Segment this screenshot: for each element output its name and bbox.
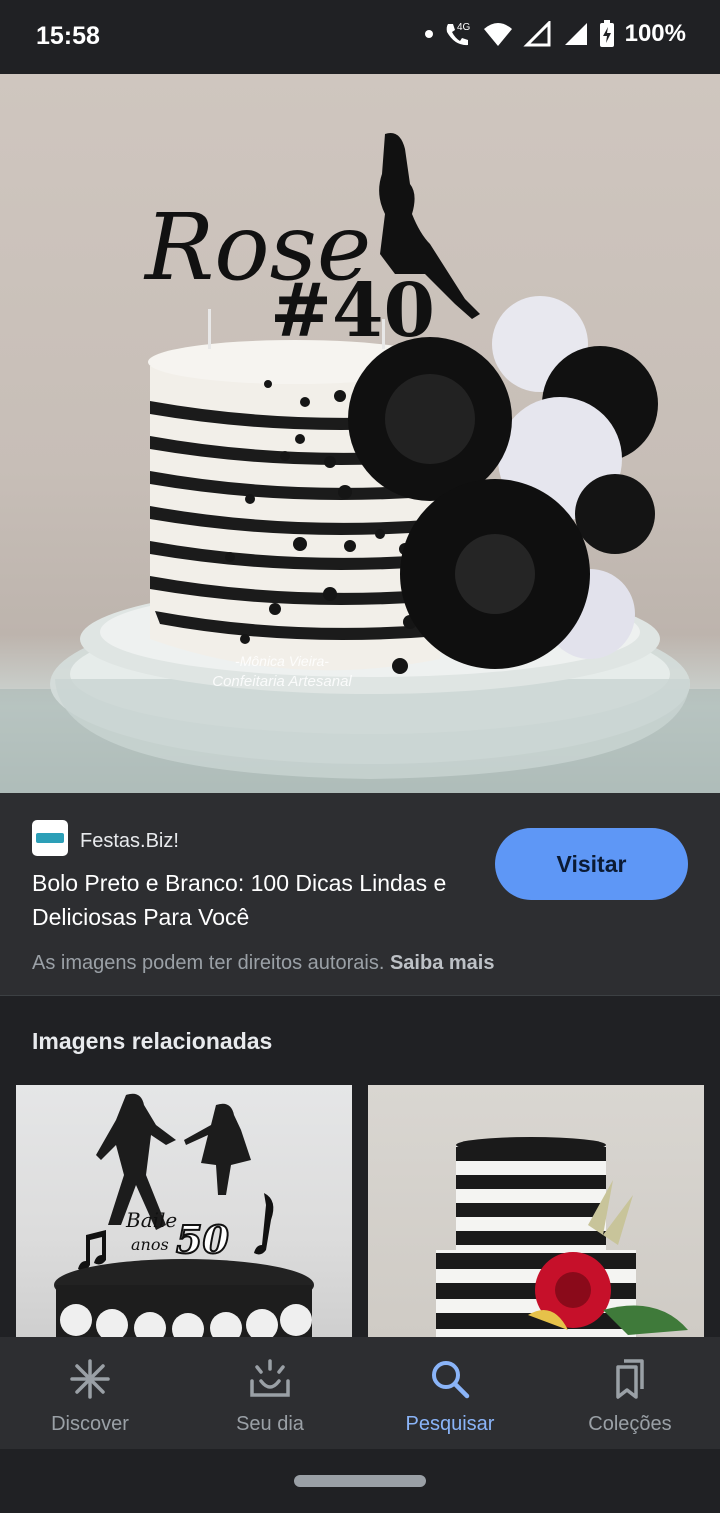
- status-icons: 4G 100%: [424, 20, 686, 48]
- divider: [0, 995, 720, 996]
- dancers-cake-illustration: Baile anos 50: [54, 1093, 314, 1337]
- site-name[interactable]: Festas.Biz!: [80, 830, 179, 853]
- svg-text:50: 50: [176, 1217, 229, 1262]
- copyright-notice: As imagens podem ter direitos autorais. …: [32, 952, 494, 975]
- search-icon: [432, 1361, 470, 1399]
- svg-text:-Mônica Vieira-: -Mônica Vieira-: [235, 653, 329, 669]
- home-gesture-handle[interactable]: [294, 1475, 426, 1487]
- nav-discover-label: Discover: [51, 1413, 129, 1435]
- learn-more-link[interactable]: Saiba mais: [390, 952, 495, 974]
- nav-discover[interactable]: Discover: [0, 1337, 180, 1449]
- site-favicon-icon: [32, 820, 68, 856]
- svg-text:#40: #40: [270, 268, 435, 354]
- striped-cake-illustration: [436, 1137, 688, 1337]
- svg-text:anos: anos: [131, 1235, 169, 1254]
- cake-illustration: Rose #40 -Mônica Vieira- Confeitaria Art…: [0, 133, 720, 793]
- related-image-1[interactable]: Baile anos 50: [16, 1085, 352, 1337]
- collections-icon: [616, 1359, 644, 1399]
- asterisk-icon: [70, 1359, 110, 1399]
- svg-text:4G: 4G: [457, 22, 471, 33]
- bottom-navigation: Discover Seu dia Pesquisar Coleções: [0, 1337, 720, 1449]
- battery-charging-icon: [599, 20, 614, 47]
- visit-button[interactable]: Visitar: [495, 828, 688, 900]
- signal-full-icon: [564, 23, 587, 45]
- copyright-text: As imagens podem ter direitos autorais.: [32, 952, 385, 974]
- svg-text:Confeitaria Artesanal: Confeitaria Artesanal: [212, 673, 352, 690]
- nav-colecoes-label: Coleções: [588, 1413, 672, 1435]
- related-images-heading: Imagens relacionadas: [32, 1028, 273, 1054]
- related-image-2[interactable]: [368, 1085, 704, 1337]
- status-time: 15:58: [36, 22, 100, 50]
- status-bar: 15:58 4G 100%: [0, 0, 720, 74]
- sunrise-icon: [250, 1359, 290, 1397]
- nav-seu-dia-label: Seu dia: [236, 1413, 304, 1435]
- signal-icon: [522, 21, 551, 47]
- wifi-icon: [483, 23, 512, 46]
- notification-dot-icon: [424, 30, 433, 38]
- result-title[interactable]: Bolo Preto e Branco: 100 Dicas Lindas e …: [32, 866, 482, 934]
- battery-percentage: 100%: [624, 20, 686, 47]
- nav-pesquisar-label: Pesquisar: [405, 1413, 495, 1435]
- system-navigation-area: [0, 1449, 720, 1513]
- call-4g-icon: 4G: [446, 22, 471, 46]
- nav-colecoes[interactable]: Coleções: [540, 1337, 720, 1449]
- main-image[interactable]: Rose #40 -Mônica Vieira- Confeitaria Art…: [0, 74, 720, 793]
- nav-seu-dia[interactable]: Seu dia: [180, 1337, 360, 1449]
- nav-pesquisar[interactable]: Pesquisar: [360, 1337, 540, 1449]
- svg-text:Baile: Baile: [125, 1208, 177, 1232]
